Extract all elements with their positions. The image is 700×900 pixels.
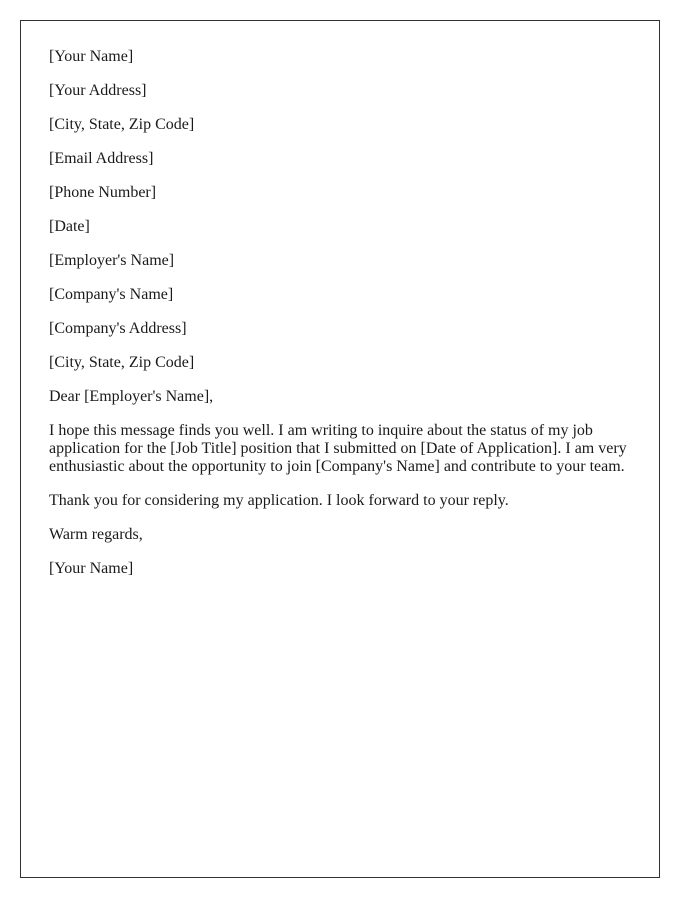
recipient-company-name: [Company's Name] [49,286,174,303]
sender-name: [Your Name] [49,48,134,65]
body-paragraph: Thank you for considering my application… [49,492,509,509]
sender-phone: [Phone Number] [49,184,157,201]
recipient-city-state-zip: [City, State, Zip Code] [49,354,195,371]
salutation: Dear [Employer's Name], [49,388,214,405]
sender-city-state-zip: [City, State, Zip Code] [49,116,195,133]
recipient-company-address: [Company's Address] [49,320,187,337]
signature: [Your Name] [49,560,134,577]
sender-email: [Email Address] [49,150,154,167]
sender-address: [Your Address] [49,82,147,99]
letter-page: [Your Name] [Your Address] [City, State,… [20,20,660,878]
recipient-employer-name: [Employer's Name] [49,252,175,269]
letter-date: [Date] [49,218,90,235]
closing: Warm regards, [49,526,143,543]
body-paragraph: I hope this message finds you well. I am… [49,422,627,475]
letter-content: [Your Name] [Your Address] [City, State,… [49,48,639,594]
